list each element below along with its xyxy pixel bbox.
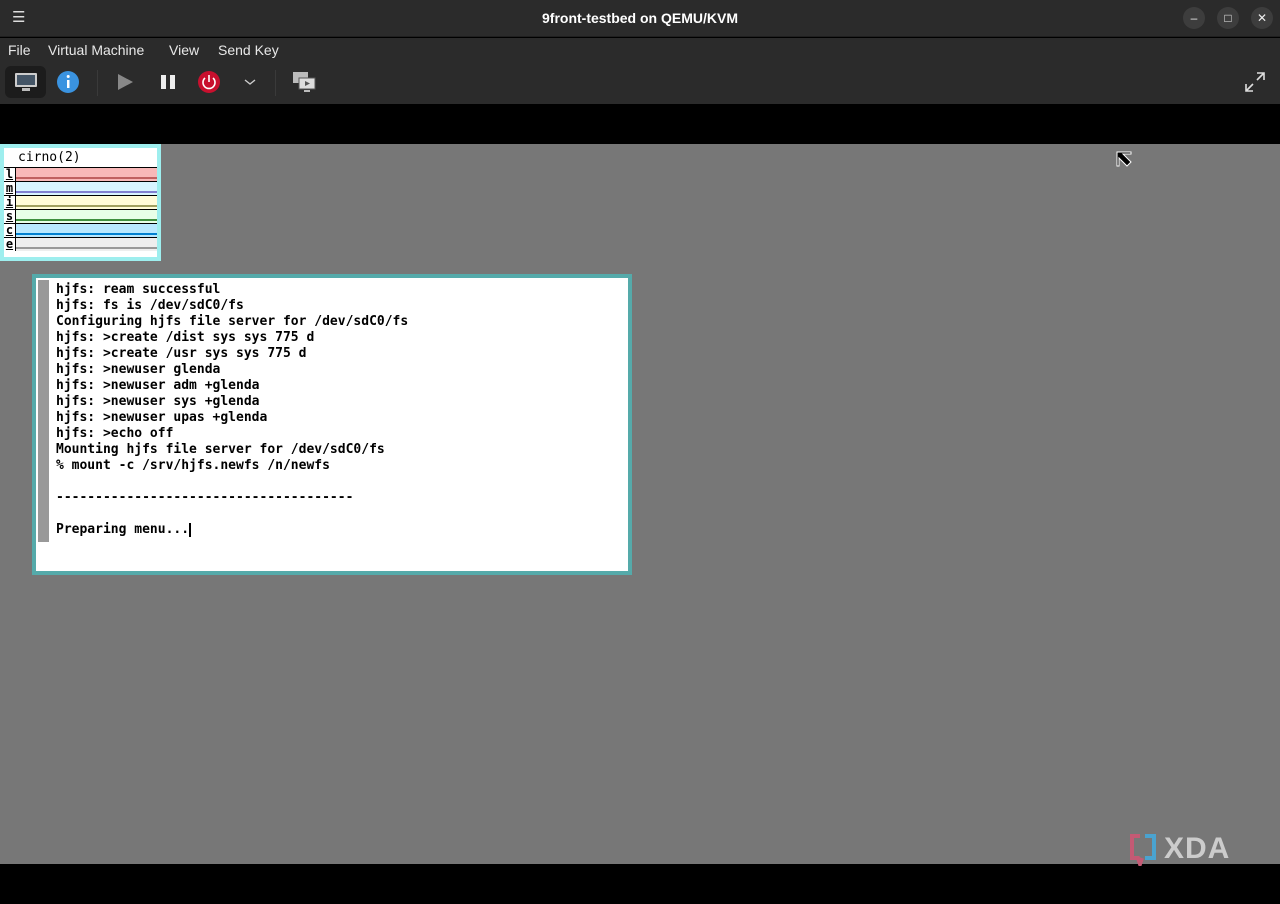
text-cursor	[189, 522, 192, 537]
terminal-line: --------------------------------------	[56, 490, 408, 506]
stats-row-e: e	[4, 237, 157, 251]
stats-label: l	[4, 168, 16, 181]
terminal-line: hjfs: >newuser sys +glenda	[56, 394, 408, 410]
stats-graph-line	[16, 219, 157, 221]
window-title: 9front-testbed on QEMU/KVM	[542, 10, 738, 26]
mouse-cursor-icon	[1116, 151, 1132, 167]
terminal-line-text: hjfs: fs is /dev/sdC0/fs	[56, 298, 244, 313]
terminal-line: hjfs: >create /usr sys sys 775 d	[56, 346, 408, 362]
terminal-line: hjfs: ream successful	[56, 282, 408, 298]
terminal-line-text: Preparing menu...	[56, 522, 190, 537]
run-button[interactable]	[108, 66, 142, 98]
snapshots-button[interactable]	[287, 66, 321, 98]
snapshots-icon	[293, 72, 316, 92]
terminal-line-text: hjfs: >newuser sys +glenda	[56, 394, 260, 409]
terminal-line-text: hjfs: >create /dist sys sys 775 d	[56, 330, 315, 345]
terminal-line: Preparing menu...	[56, 522, 408, 538]
shutdown-menu-button[interactable]	[233, 66, 267, 98]
terminal-line-text: --------------------------------------	[56, 490, 354, 505]
title-bar: ☰ 9front-testbed on QEMU/KVM – □ ✕	[0, 0, 1280, 37]
terminal-scrollbar[interactable]	[38, 280, 49, 542]
terminal-line: hjfs: >newuser upas +glenda	[56, 410, 408, 426]
stats-graph	[16, 224, 157, 237]
stats-label: i	[4, 196, 16, 209]
maximize-button[interactable]: □	[1217, 7, 1239, 29]
terminal-line-text: hjfs: >echo off	[56, 426, 174, 441]
terminal-line: Mounting hjfs file server for /dev/sdC0/…	[56, 442, 408, 458]
menu-virtual-machine[interactable]: Virtual Machine	[48, 42, 144, 58]
xda-watermark: XDA	[1128, 832, 1230, 866]
fullscreen-icon	[1245, 72, 1265, 92]
power-icon	[198, 71, 220, 93]
terminal-output: hjfs: ream successful hjfs: fs is /dev/sd…	[56, 282, 408, 538]
terminal-line: hjfs: >newuser adm +glenda	[56, 378, 408, 394]
xda-logo-icon	[1130, 834, 1156, 866]
terminal-window[interactable]: hjfs: ream successful hjfs: fs is /dev/sd…	[32, 274, 632, 575]
stats-row-m: m	[4, 181, 157, 195]
stats-graph-line	[16, 177, 157, 179]
monitor-icon	[14, 73, 37, 91]
chevron-down-icon	[244, 79, 256, 85]
terminal-line-text: hjfs: ream successful	[56, 282, 221, 297]
terminal-line-text: hjfs: >create /usr sys sys 775 d	[56, 346, 307, 361]
menu-send-key[interactable]: Send Key	[218, 42, 279, 58]
stats-row-c: c	[4, 223, 157, 237]
stats-graph-line	[16, 191, 157, 193]
stats-graph-line	[16, 233, 157, 235]
stats-graph	[16, 210, 157, 223]
stats-graph	[16, 196, 157, 209]
minimize-button[interactable]: –	[1183, 7, 1205, 29]
terminal-line: Configuring hjfs file server for /dev/sd…	[56, 314, 408, 330]
terminal-line-text: % mount -c /srv/hjfs.newfs /n/newfs	[56, 458, 330, 473]
console-button[interactable]	[5, 66, 46, 98]
terminal-line: hjfs: >echo off	[56, 426, 408, 442]
toolbar	[0, 62, 1280, 104]
terminal-line-text: Configuring hjfs file server for /dev/sd…	[56, 314, 409, 329]
pause-icon	[161, 75, 175, 89]
stats-row-i: i	[4, 195, 157, 209]
stats-row-s: s	[4, 209, 157, 223]
stats-label: e	[4, 238, 16, 251]
play-icon	[118, 74, 133, 90]
fullscreen-button[interactable]	[1238, 66, 1272, 98]
terminal-line: hjfs: >create /dist sys sys 775 d	[56, 330, 408, 346]
stats-graph-line	[16, 205, 157, 207]
terminal-line: % mount -c /srv/hjfs.newfs /n/newfs	[56, 458, 408, 474]
terminal-line: hjfs: >newuser glenda	[56, 362, 408, 378]
details-button[interactable]	[51, 66, 85, 98]
terminal-line-text: hjfs: >newuser adm +glenda	[56, 378, 260, 393]
menu-file[interactable]: File	[8, 42, 31, 58]
stats-label: c	[4, 224, 16, 237]
stats-label: s	[4, 210, 16, 223]
pause-button[interactable]	[151, 66, 185, 98]
terminal-line-text: hjfs: >newuser glenda	[56, 362, 221, 377]
terminal-line: hjfs: fs is /dev/sdC0/fs	[56, 298, 408, 314]
shutdown-button[interactable]	[192, 66, 226, 98]
stats-graph	[16, 168, 157, 181]
vm-display[interactable]: cirno(2) lmisce hjfs: ream successful hjf…	[0, 144, 1280, 866]
stats-graph	[16, 238, 157, 251]
stats-row-l: l	[4, 167, 157, 181]
terminal-line-text: hjfs: >newuser upas +glenda	[56, 410, 268, 425]
terminal-line-text: Mounting hjfs file server for /dev/sdC0/…	[56, 442, 385, 457]
menu-bar: File Virtual Machine View Send Key	[0, 38, 1280, 62]
stats-window[interactable]: cirno(2) lmisce	[0, 144, 161, 261]
stats-machine-name: cirno(2)	[18, 150, 81, 165]
stats-graph	[16, 182, 157, 195]
stats-label: m	[4, 182, 16, 195]
info-icon	[57, 71, 79, 93]
menu-view[interactable]: View	[169, 42, 199, 58]
close-button[interactable]: ✕	[1251, 7, 1273, 29]
stats-graph-line	[16, 247, 157, 249]
